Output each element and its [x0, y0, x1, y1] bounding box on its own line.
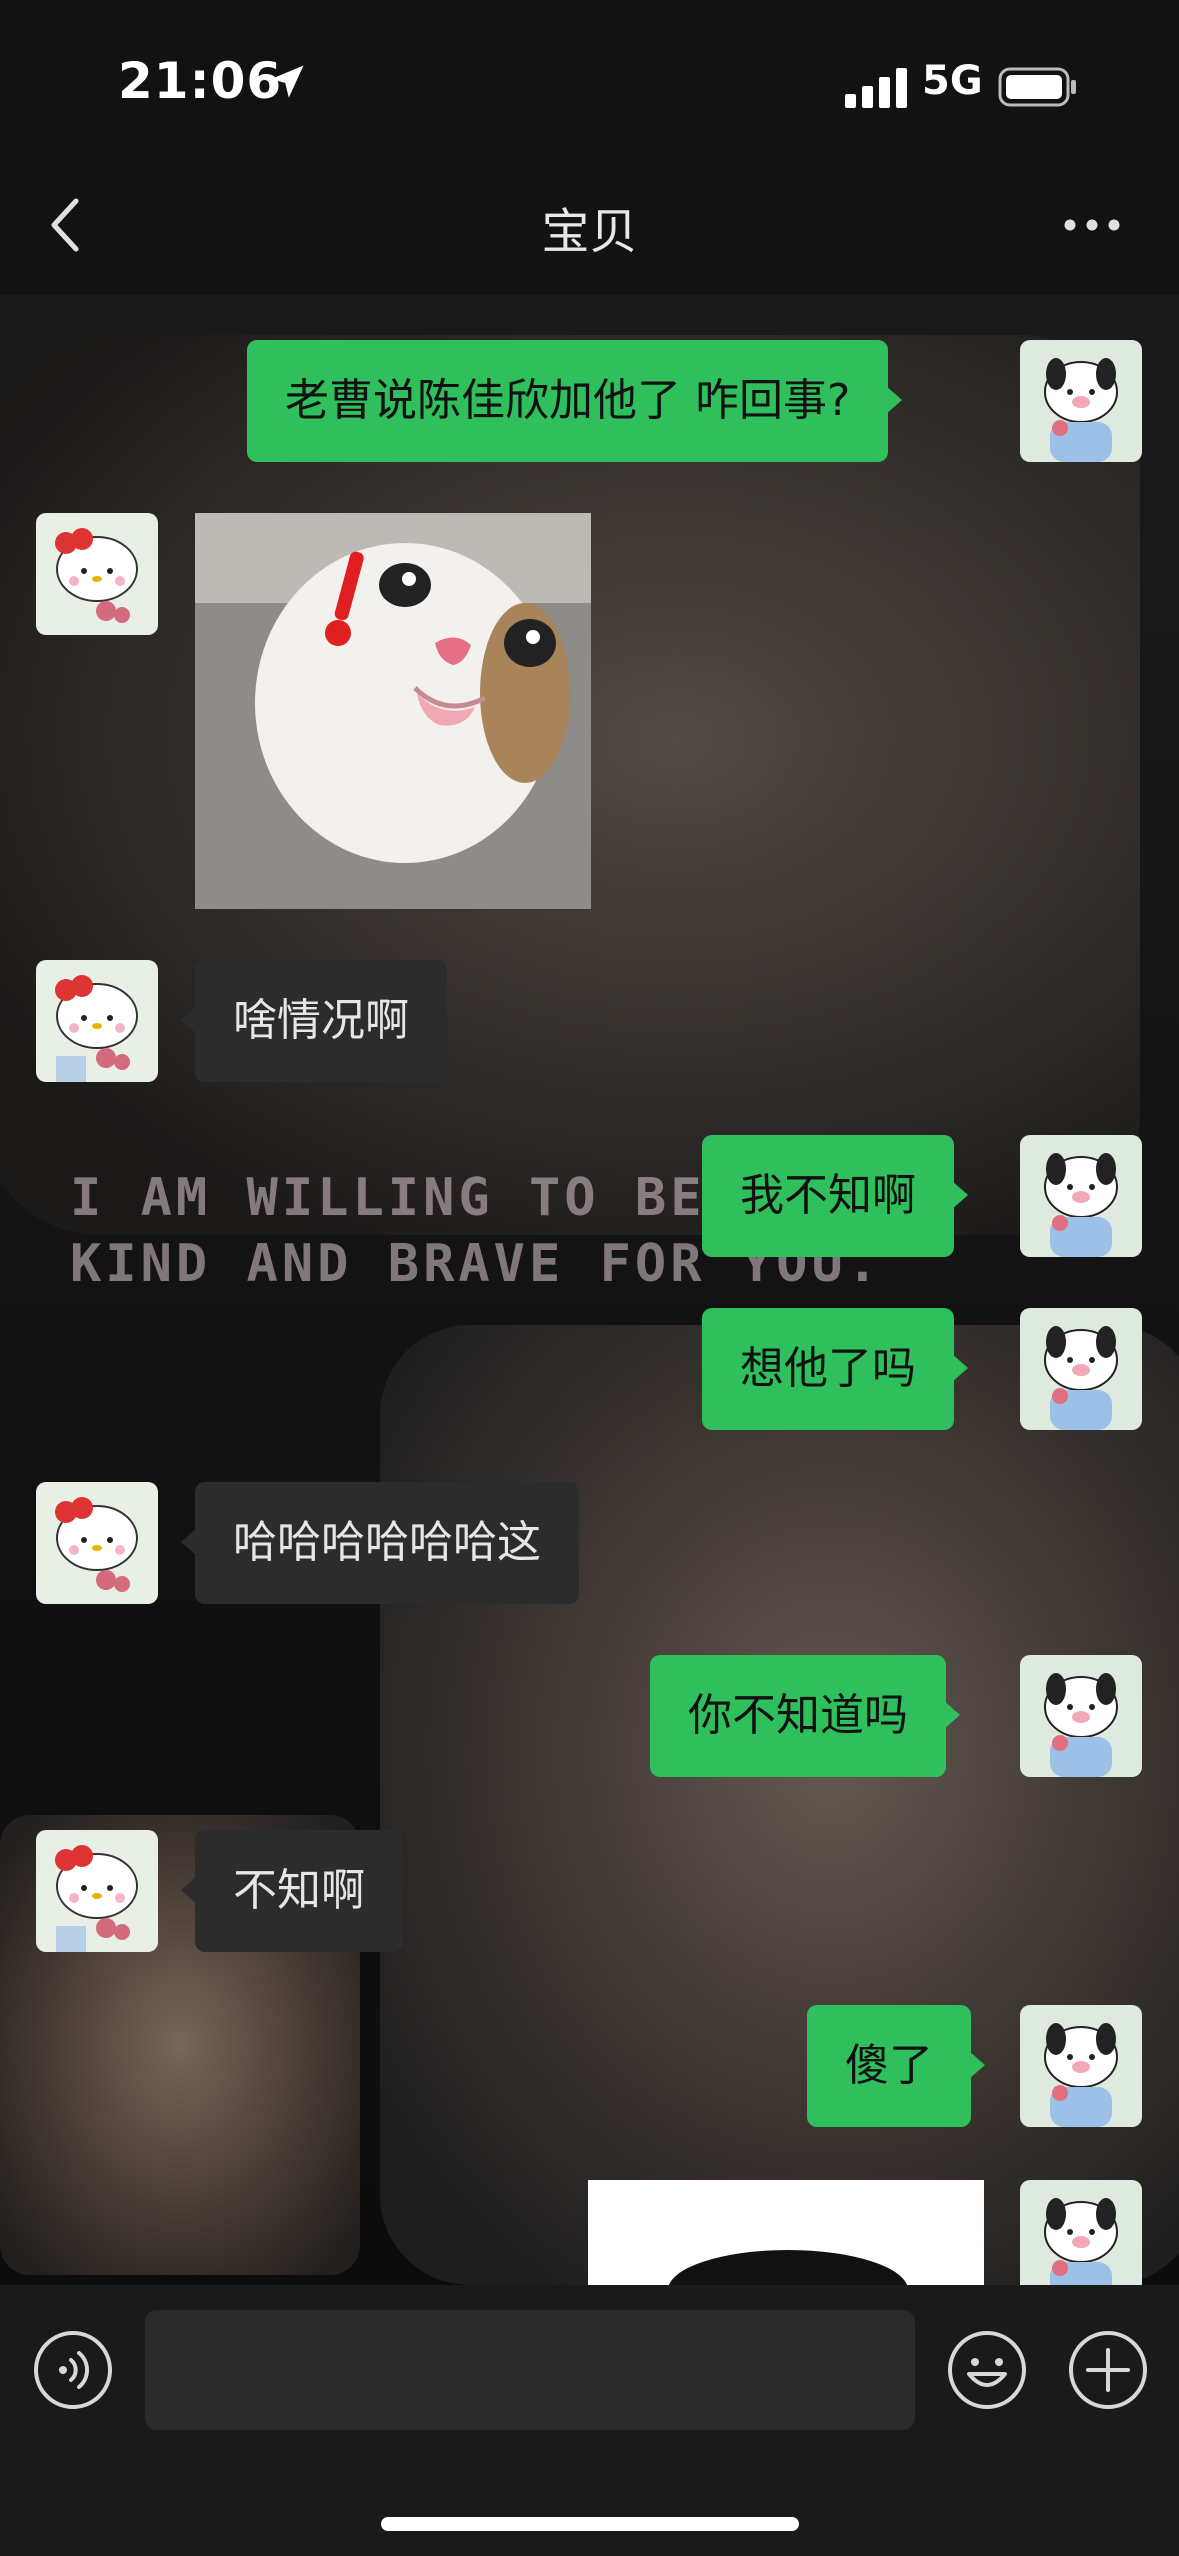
message-bubble-sent[interactable]: 想他了吗 — [702, 1308, 968, 1430]
nav-bar: 宝贝 — [0, 170, 1179, 295]
background-photo — [380, 1325, 1179, 2285]
home-indicator — [381, 2517, 799, 2531]
my-avatar[interactable] — [1020, 340, 1142, 462]
background-caption-line: KIND AND BRAVE FOR YOU. — [70, 1234, 883, 1294]
status-bar: 21:06 5G — [0, 0, 1179, 170]
my-avatar[interactable] — [1020, 2180, 1142, 2285]
input-bar — [0, 2285, 1179, 2556]
voice-icon[interactable] — [33, 2330, 113, 2410]
message-bubble-sent[interactable]: 老曹说陈佳欣加他了 咋回事? — [247, 340, 903, 462]
my-avatar[interactable] — [1020, 2005, 1142, 2127]
message-bubble-sent[interactable]: 你不知道吗 — [650, 1655, 960, 1777]
location-arrow-icon — [270, 65, 304, 98]
more-icon[interactable] — [1062, 210, 1122, 240]
status-time: 21:06 — [118, 52, 283, 110]
message-bubble-received[interactable]: 不知啊 — [181, 1830, 403, 1952]
message-input[interactable] — [145, 2310, 915, 2430]
my-avatar[interactable] — [1020, 1655, 1142, 1777]
message-bubble-sent[interactable]: 我不知啊 — [702, 1135, 968, 1257]
background-caption: I AM WILLING TO BE KIND AND BRAVE FOR YO… — [70, 1165, 1150, 1297]
contact-avatar[interactable] — [36, 960, 158, 1082]
signal-icon — [845, 68, 907, 108]
surprised-cat-sticker[interactable] — [195, 513, 591, 909]
chat-title: 宝贝 — [541, 204, 638, 260]
chat-area[interactable]: I AM WILLING TO BE KIND AND BRAVE FOR YO… — [0, 295, 1179, 2285]
contact-avatar[interactable] — [36, 1482, 158, 1604]
contact-avatar[interactable] — [36, 513, 158, 635]
message-bubble-received[interactable]: 哈哈哈哈哈哈这 — [181, 1482, 579, 1604]
plus-icon[interactable] — [1068, 2330, 1148, 2410]
my-avatar[interactable] — [1020, 1135, 1142, 1257]
network-label: 5G — [922, 58, 983, 104]
emoji-icon[interactable] — [947, 2330, 1027, 2410]
battery-icon — [998, 67, 1076, 107]
sent-image[interactable] — [588, 2180, 984, 2285]
background-caption-line: I AM WILLING TO BE — [70, 1168, 706, 1228]
message-bubble-received[interactable]: 啥情况啊 — [181, 960, 447, 1082]
message-bubble-sent[interactable]: 傻了 — [807, 2005, 985, 2127]
my-avatar[interactable] — [1020, 1308, 1142, 1430]
contact-avatar[interactable] — [36, 1830, 158, 1952]
